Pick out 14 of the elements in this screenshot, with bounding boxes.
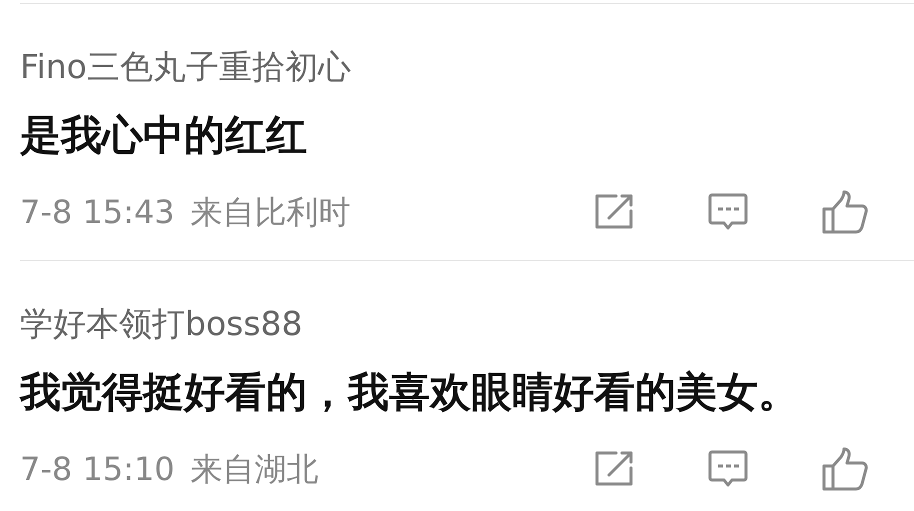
- comment-author[interactable]: 学好本领打boss88: [20, 303, 303, 345]
- share-icon[interactable]: [594, 194, 634, 230]
- comment-text: 是我心中的红红: [20, 110, 307, 160]
- thumbs-up-icon[interactable]: [822, 447, 868, 491]
- comment-icon[interactable]: [708, 193, 748, 231]
- comment-time: 7-8 15:43: [20, 192, 175, 233]
- thumbs-up-icon[interactable]: [822, 190, 868, 234]
- comment-location: 来自湖北: [190, 449, 319, 490]
- comment-time: 7-8 15:10: [20, 449, 175, 490]
- comment-icon[interactable]: [708, 450, 748, 488]
- share-icon[interactable]: [594, 451, 634, 487]
- comment-text: 我觉得挺好看的，我喜欢眼睛好看的美女。: [20, 367, 799, 417]
- comment-author[interactable]: Fino三色丸子重拾初心: [20, 46, 351, 88]
- comment-location: 来自比利时: [190, 192, 351, 233]
